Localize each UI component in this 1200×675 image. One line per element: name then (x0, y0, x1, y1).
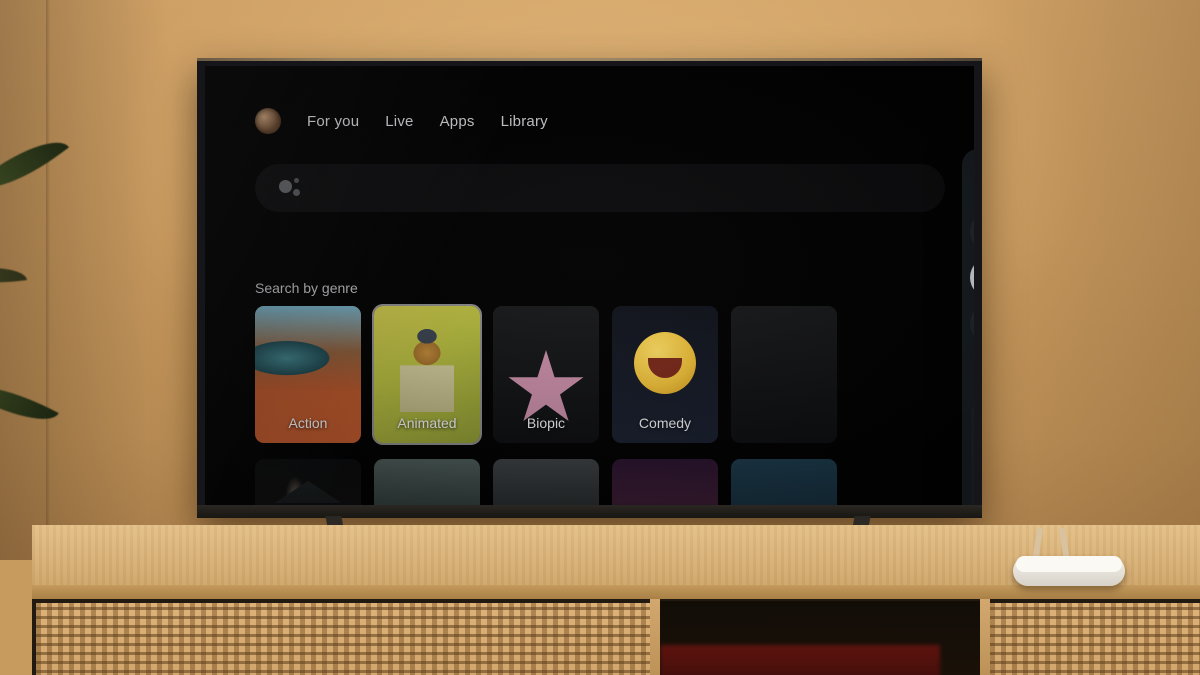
genre-label: Action (288, 415, 328, 431)
tile-google-home[interactable]: Google Home Home (970, 257, 974, 298)
nav-item-apps[interactable]: Apps (440, 113, 475, 130)
tile-screensaver[interactable]: Screensaver (970, 211, 974, 252)
wall-corner (46, 0, 50, 560)
television: For you Live Apps Library Search by genr… (197, 58, 982, 518)
genre-art-action (255, 306, 361, 390)
console-edge (32, 585, 1200, 599)
tip-of-the-day-card[interactable]: Add to your watchlist from anywhere Hear… (971, 402, 974, 505)
streamer-top-surface (1016, 556, 1122, 572)
console-cabinet-right (990, 603, 1200, 675)
profile-avatar[interactable] (255, 108, 281, 134)
genre-card-action[interactable]: Action (255, 306, 361, 443)
screensaver-preview-art (970, 238, 974, 252)
living-room-scene: For you Live Apps Library Search by genr… (0, 0, 1200, 675)
google-assistant-icon (279, 178, 303, 198)
content-card[interactable] (731, 459, 837, 505)
genre-card-partial[interactable] (731, 306, 837, 443)
content-card[interactable] (493, 459, 599, 505)
content-card-row (255, 459, 837, 505)
genre-label: Animated (397, 415, 457, 431)
tv-screen: For you Live Apps Library Search by genr… (205, 66, 974, 505)
content-card[interactable] (612, 459, 718, 505)
nav-item-for-you[interactable]: For you (307, 113, 359, 130)
quick-settings-tiles: Screensaver (970, 211, 974, 344)
genre-card-row: Action Animated Biopic Comedy (255, 304, 837, 445)
tip-section-title: Tip of the day (962, 386, 974, 397)
nav-item-live[interactable]: Live (385, 113, 413, 130)
console-divider (650, 599, 660, 675)
genre-card-biopic[interactable]: Biopic (493, 306, 599, 443)
genre-label: Comedy (638, 415, 692, 431)
quick-settings-panel: Mon, Aug 26 3:55 PM (962, 149, 974, 505)
panel-header: Mon, Aug 26 3:55 PM (962, 149, 974, 209)
content-card[interactable] (374, 459, 480, 505)
console-shelf-object (660, 645, 940, 675)
nav-item-library[interactable]: Library (501, 113, 548, 130)
tv-bezel-highlight (197, 58, 982, 61)
genre-card-animated[interactable]: Animated (372, 304, 482, 445)
console-divider (980, 599, 990, 675)
top-navigation: For you Live Apps Library (255, 108, 548, 134)
console-cabinet-left (36, 603, 656, 675)
section-title-search-by-genre: Search by genre (255, 280, 358, 296)
genre-label: Biopic (526, 415, 566, 431)
google-tv-interface: For you Live Apps Library Search by genr… (205, 66, 974, 505)
genre-art-animated (400, 324, 454, 412)
genre-card-comedy[interactable]: Comedy (612, 306, 718, 443)
wall-shadow-right (970, 0, 1200, 560)
tile-audio-output[interactable]: Audio output External Device (970, 303, 974, 344)
media-console (0, 525, 1200, 675)
search-input[interactable] (255, 164, 945, 212)
